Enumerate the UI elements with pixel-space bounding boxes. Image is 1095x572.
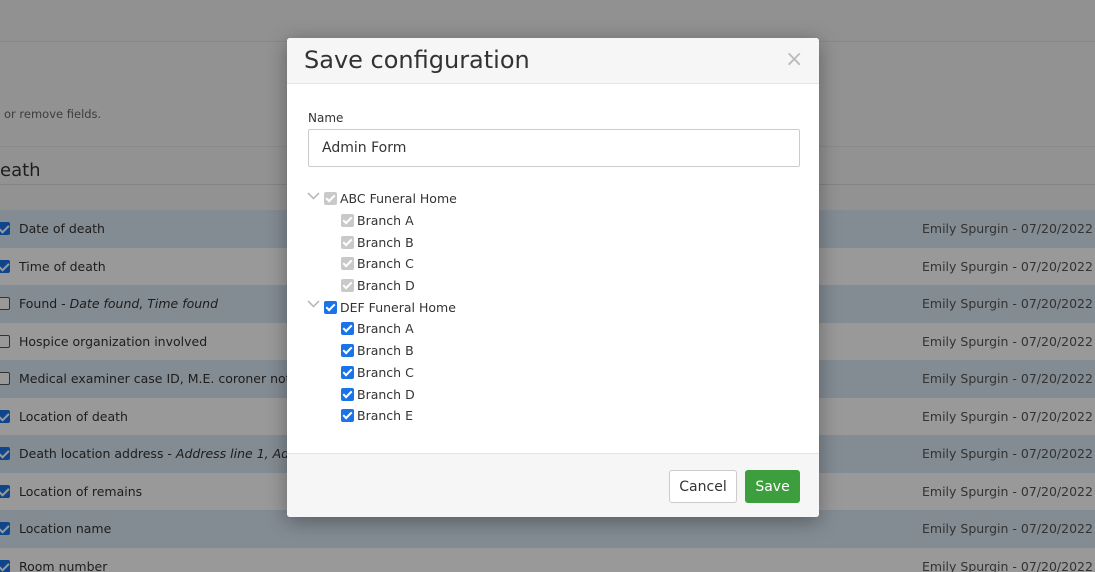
name-label: Name: [308, 111, 344, 125]
tree-node-label: Branch A: [357, 213, 414, 229]
tree-node-branch: Branch B: [307, 340, 787, 362]
tree-node-label: Branch B: [357, 234, 414, 250]
cancel-button[interactable]: Cancel: [669, 470, 737, 503]
name-field[interactable]: [308, 129, 800, 167]
branch-tree: ABC Funeral Home Branch A Branch B Branch C…: [307, 188, 787, 427]
tree-node-branch: Branch D: [307, 383, 787, 405]
tree-node-label: Branch C: [357, 364, 414, 380]
close-icon[interactable]: ×: [785, 49, 803, 71]
tree-node-branch: Branch C: [307, 253, 787, 275]
tree-checkbox: [341, 257, 354, 271]
tree-checkbox[interactable]: [341, 344, 354, 358]
tree-node-label: DEF Funeral Home: [340, 299, 456, 315]
tree-node-label: Branch E: [357, 408, 413, 424]
tree-node-funeral-home: DEF Funeral Home: [307, 296, 787, 318]
tree-checkbox[interactable]: [324, 300, 337, 314]
tree-checkbox: [341, 214, 354, 228]
tree-node-branch: Branch C: [307, 362, 787, 384]
save-configuration-dialog: Save configuration × Name ABC Funeral Ho…: [287, 38, 819, 517]
modal-title: Save configuration: [304, 46, 530, 74]
tree-node-branch: Branch A: [307, 210, 787, 232]
tree-checkbox[interactable]: [341, 409, 354, 423]
tree-checkbox: [324, 192, 337, 206]
modal-header: Save configuration ×: [287, 38, 819, 84]
tree-node-label: Branch B: [357, 343, 414, 359]
chevron-down-icon[interactable]: [307, 299, 320, 309]
tree-checkbox: [341, 235, 354, 249]
tree-node-branch: Branch E: [307, 405, 787, 427]
tree-node-branch: Branch B: [307, 231, 787, 253]
tree-node-label: Branch A: [357, 321, 414, 337]
chevron-down-icon[interactable]: [307, 191, 320, 201]
tree-node-branch: Branch A: [307, 318, 787, 340]
tree-checkbox[interactable]: [341, 365, 354, 379]
tree-node-label: Branch D: [357, 386, 415, 402]
tree-checkbox: [341, 279, 354, 293]
save-button[interactable]: Save: [745, 470, 800, 503]
tree-node-label: ABC Funeral Home: [340, 191, 457, 207]
modal-footer: Cancel Save: [287, 453, 819, 517]
tree-node-funeral-home: ABC Funeral Home: [307, 188, 787, 210]
tree-node-label: Branch C: [357, 256, 414, 272]
tree-checkbox[interactable]: [341, 387, 354, 401]
tree-node-label: Branch D: [357, 278, 415, 294]
tree-node-branch: Branch D: [307, 275, 787, 297]
tree-checkbox[interactable]: [341, 322, 354, 336]
